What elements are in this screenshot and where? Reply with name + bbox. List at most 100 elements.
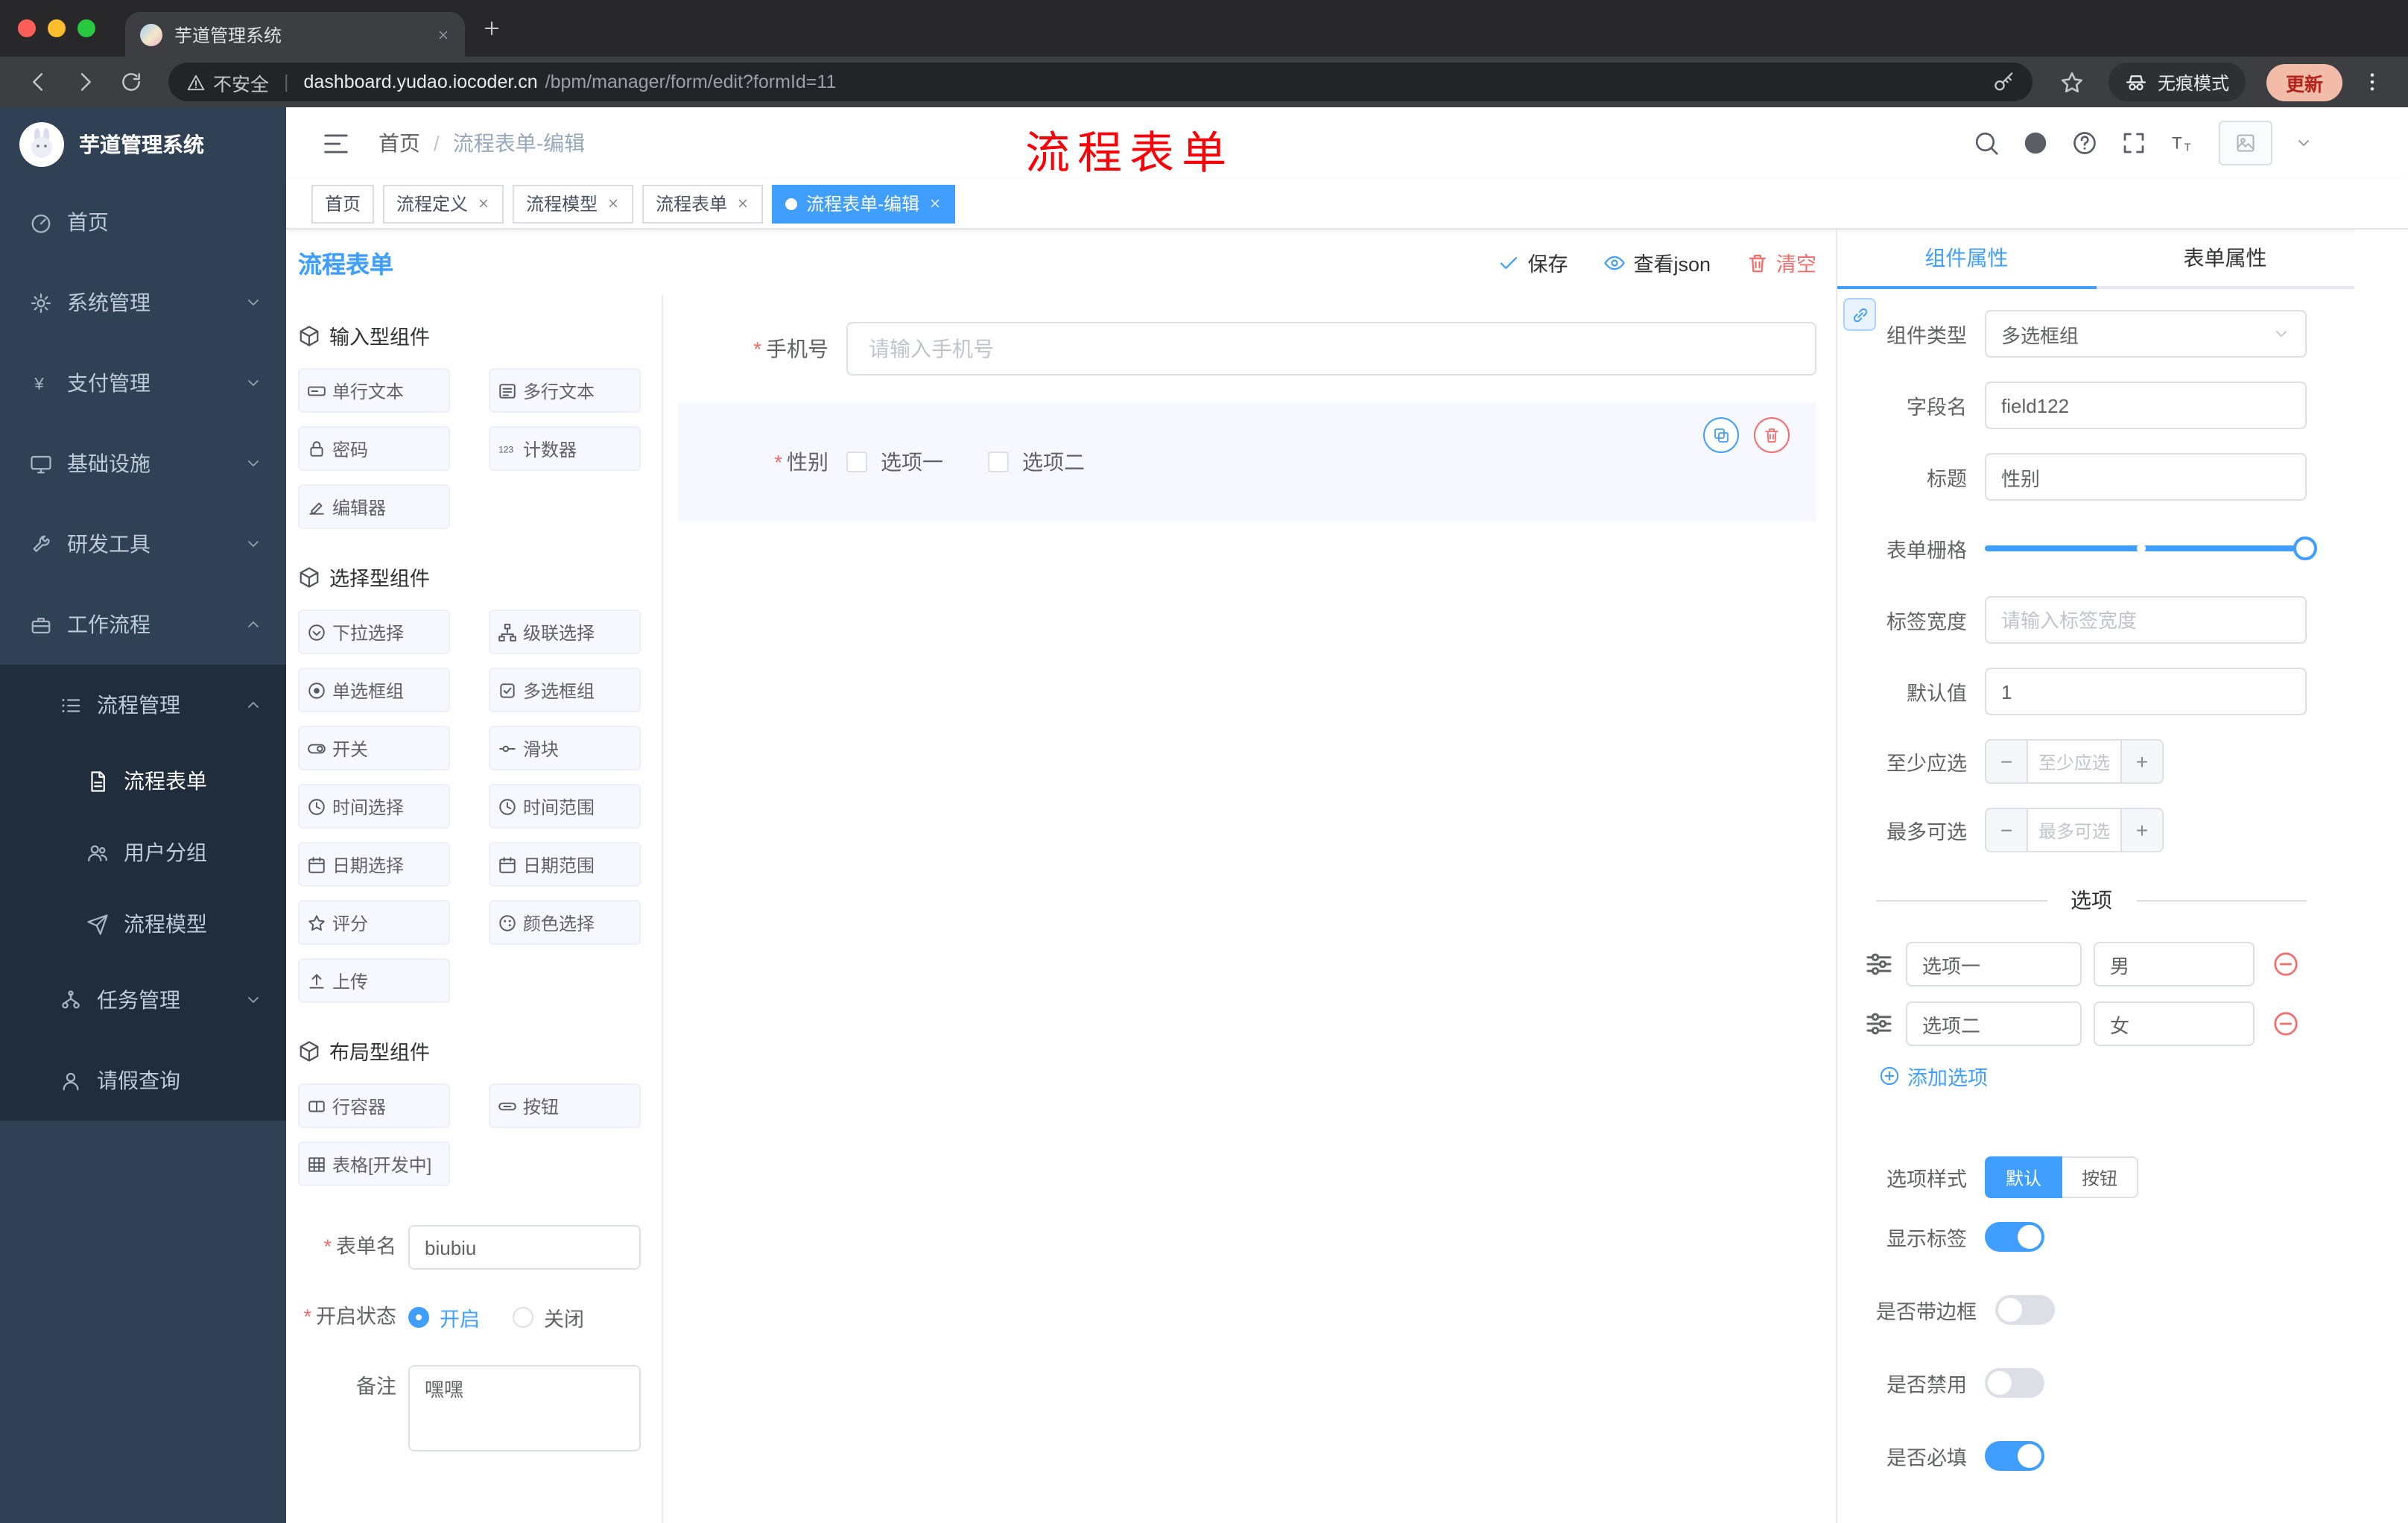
palette-item-editor[interactable]: 编辑器 [298, 484, 450, 529]
save-button[interactable]: 保存 [1498, 247, 1568, 277]
sidebar-item-task-management[interactable]: 任务管理 [0, 960, 286, 1040]
decrease-button[interactable]: − [1986, 741, 2028, 782]
style-button-button[interactable]: 按钮 [2062, 1156, 2139, 1198]
increase-button[interactable]: + [2120, 809, 2162, 851]
hamburger-menu-icon[interactable] [322, 129, 350, 157]
sidebar-item-infra[interactable]: 基础设施 [0, 423, 286, 504]
back-button[interactable] [18, 62, 58, 102]
close-icon[interactable] [477, 197, 490, 210]
palette-item-row-container[interactable]: 行容器 [298, 1083, 450, 1128]
drag-handle-icon[interactable] [1864, 1009, 1894, 1039]
tab-form-props[interactable]: 表单属性 [2096, 229, 2354, 286]
address-bar[interactable]: 不安全 | dashboard.yudao.iocoder.cn /bpm/ma… [168, 63, 2032, 101]
browser-tab[interactable]: 芋道管理系统 [125, 12, 465, 57]
search-icon[interactable] [1973, 130, 2000, 156]
breadcrumb-home[interactable]: 首页 [378, 128, 420, 158]
phone-input[interactable] [846, 322, 1816, 376]
tag-process-definition[interactable]: 流程定义 [383, 184, 504, 223]
label-width-input[interactable] [1985, 596, 2307, 644]
close-window-button[interactable] [18, 19, 36, 37]
sidebar-logo[interactable]: 芋道管理系统 [0, 107, 286, 182]
palette-item-color-picker[interactable]: 颜色选择 [489, 900, 641, 945]
add-option-button[interactable]: 添加选项 [1879, 1061, 2307, 1091]
palette-item-slider[interactable]: 滑块 [489, 726, 641, 770]
close-icon[interactable] [606, 197, 620, 210]
option-label-input[interactable] [1906, 1001, 2082, 1046]
delete-component-button[interactable] [1754, 417, 1790, 453]
palette-item-select[interactable]: 下拉选择 [298, 609, 450, 654]
fullscreen-icon[interactable] [2120, 130, 2147, 156]
tab-component-props[interactable]: 组件属性 [1837, 229, 2096, 289]
palette-item-cascader[interactable]: 级联选择 [489, 609, 641, 654]
stepper-placeholder[interactable]: 至少应选 [2028, 741, 2120, 782]
view-json-button[interactable]: 查看json [1603, 247, 1711, 277]
drag-handle-icon[interactable] [1864, 949, 1894, 979]
palette-item-date-range[interactable]: 日期范围 [489, 842, 641, 887]
increase-button[interactable]: + [2120, 741, 2162, 782]
github-icon[interactable] [2022, 130, 2049, 156]
palette-item-counter[interactable]: 计数器 [489, 426, 641, 471]
chevron-down-icon[interactable] [2295, 134, 2313, 152]
decrease-button[interactable]: − [1986, 809, 2028, 851]
zoom-window-button[interactable] [77, 19, 95, 37]
bookmark-star-icon[interactable] [2059, 69, 2085, 95]
slider-handle[interactable] [2293, 536, 2317, 560]
palette-item-date-picker[interactable]: 日期选择 [298, 842, 450, 887]
close-icon[interactable] [928, 197, 942, 210]
checkbox-option-1[interactable]: 选项一 [846, 447, 943, 477]
option-value-input[interactable] [2094, 1001, 2255, 1046]
update-button[interactable]: 更新 [2266, 63, 2342, 101]
tag-process-form[interactable]: 流程表单 [642, 184, 764, 223]
component-type-select[interactable]: 多选框组 [1985, 310, 2307, 358]
sidebar-item-payment[interactable]: 支付管理 [0, 343, 286, 423]
remove-option-button[interactable] [2272, 951, 2299, 978]
reload-button[interactable] [110, 62, 150, 102]
minimize-window-button[interactable] [48, 19, 66, 37]
new-tab-button[interactable] [471, 7, 513, 49]
palette-item-switch[interactable]: 开关 [298, 726, 450, 770]
tag-process-model[interactable]: 流程模型 [513, 184, 634, 223]
close-icon[interactable] [736, 197, 750, 210]
required-toggle[interactable] [1985, 1441, 2044, 1471]
option-value-input[interactable] [2094, 942, 2255, 987]
sidebar-item-process-management[interactable]: 流程管理 [0, 665, 286, 745]
radio-closed[interactable]: 关闭 [513, 1302, 584, 1332]
grid-slider[interactable] [1985, 525, 2317, 572]
palette-item-table[interactable]: 表格[开发中] [298, 1142, 450, 1186]
radio-open[interactable]: 开启 [408, 1302, 480, 1332]
style-default-button[interactable]: 默认 [1985, 1156, 2063, 1198]
palette-item-single-line-text[interactable]: 单行文本 [298, 368, 450, 413]
palette-item-button[interactable]: 按钮 [489, 1083, 641, 1128]
palette-item-checkbox-group[interactable]: 多选框组 [489, 668, 641, 712]
sidebar-item-home[interactable]: 首页 [0, 182, 286, 262]
form-remark-textarea[interactable]: 嘿嘿 [408, 1365, 641, 1451]
palette-item-time-range[interactable]: 时间范围 [489, 784, 641, 829]
font-size-icon[interactable] [2170, 130, 2196, 156]
copy-component-button[interactable] [1703, 417, 1739, 453]
disabled-toggle[interactable] [1985, 1368, 2044, 1398]
palette-item-password[interactable]: 密码 [298, 426, 450, 471]
password-key-icon[interactable] [1992, 71, 2015, 93]
forward-button[interactable] [64, 62, 104, 102]
title-input[interactable] [1985, 453, 2307, 501]
field-name-input[interactable] [1985, 381, 2307, 429]
palette-item-time-picker[interactable]: 时间选择 [298, 784, 450, 829]
sidebar-item-user-group[interactable]: 用户分组 [0, 817, 286, 888]
show-label-toggle[interactable] [1985, 1222, 2044, 1252]
stepper-placeholder[interactable]: 最多可选 [2028, 809, 2120, 851]
security-label[interactable]: 不安全 [213, 68, 269, 96]
tab-close-icon[interactable] [437, 28, 450, 41]
palette-item-radio-group[interactable]: 单选框组 [298, 668, 450, 712]
palette-item-multi-line-text[interactable]: 多行文本 [489, 368, 641, 413]
help-icon[interactable] [2071, 130, 2098, 156]
browser-menu-icon[interactable] [2360, 70, 2384, 94]
clear-button[interactable]: 清空 [1746, 247, 1816, 277]
link-button[interactable] [1843, 298, 1876, 331]
option-label-input[interactable] [1906, 942, 2082, 987]
form-name-input[interactable] [408, 1225, 641, 1270]
default-value-input[interactable] [1985, 668, 2307, 715]
sidebar-item-leave-query[interactable]: 请假查询 [0, 1040, 286, 1121]
sidebar-item-system[interactable]: 系统管理 [0, 262, 286, 343]
sidebar-item-process-model[interactable]: 流程模型 [0, 888, 286, 960]
remove-option-button[interactable] [2272, 1010, 2299, 1037]
